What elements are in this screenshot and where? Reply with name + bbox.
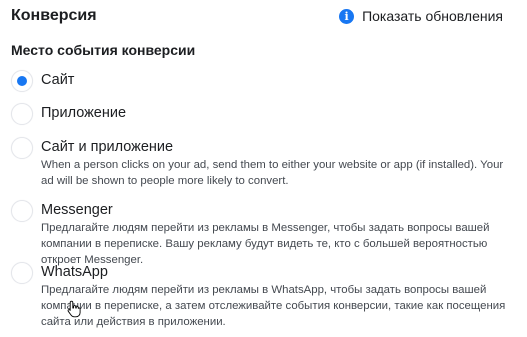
conversion-location-label: Место события конверсии	[11, 42, 196, 58]
option-messenger-description: Предлагайте людям перейти из рекламы в M…	[41, 222, 490, 266]
section-header: Конверсия i Показать обновления	[0, 0, 527, 34]
radio-app[interactable]	[11, 103, 33, 125]
option-app-label: Приложение	[41, 105, 127, 121]
section-title: Конверсия	[11, 7, 97, 24]
option-website-label: Сайт	[41, 72, 75, 88]
option-messenger-label: Messenger	[41, 202, 113, 218]
radio-messenger[interactable]	[11, 200, 33, 222]
option-website-and-app-description: When a person clicks on your ad, send th…	[41, 159, 504, 187]
hand-pointer-cursor-icon	[67, 300, 81, 318]
info-icon: i	[339, 8, 355, 24]
option-website-and-app-label: Сайт и приложение	[41, 139, 174, 155]
show-updates-label: Показать обновления	[362, 8, 503, 24]
option-whatsapp-label: WhatsApp	[41, 264, 108, 280]
option-whatsapp-description: Предлагайте людям перейти из рекламы в W…	[41, 284, 506, 328]
radio-website[interactable]	[11, 70, 33, 92]
radio-website-and-app[interactable]	[11, 137, 33, 159]
radio-whatsapp[interactable]	[11, 262, 33, 284]
show-updates-link[interactable]: i Показать обновления	[339, 8, 503, 24]
